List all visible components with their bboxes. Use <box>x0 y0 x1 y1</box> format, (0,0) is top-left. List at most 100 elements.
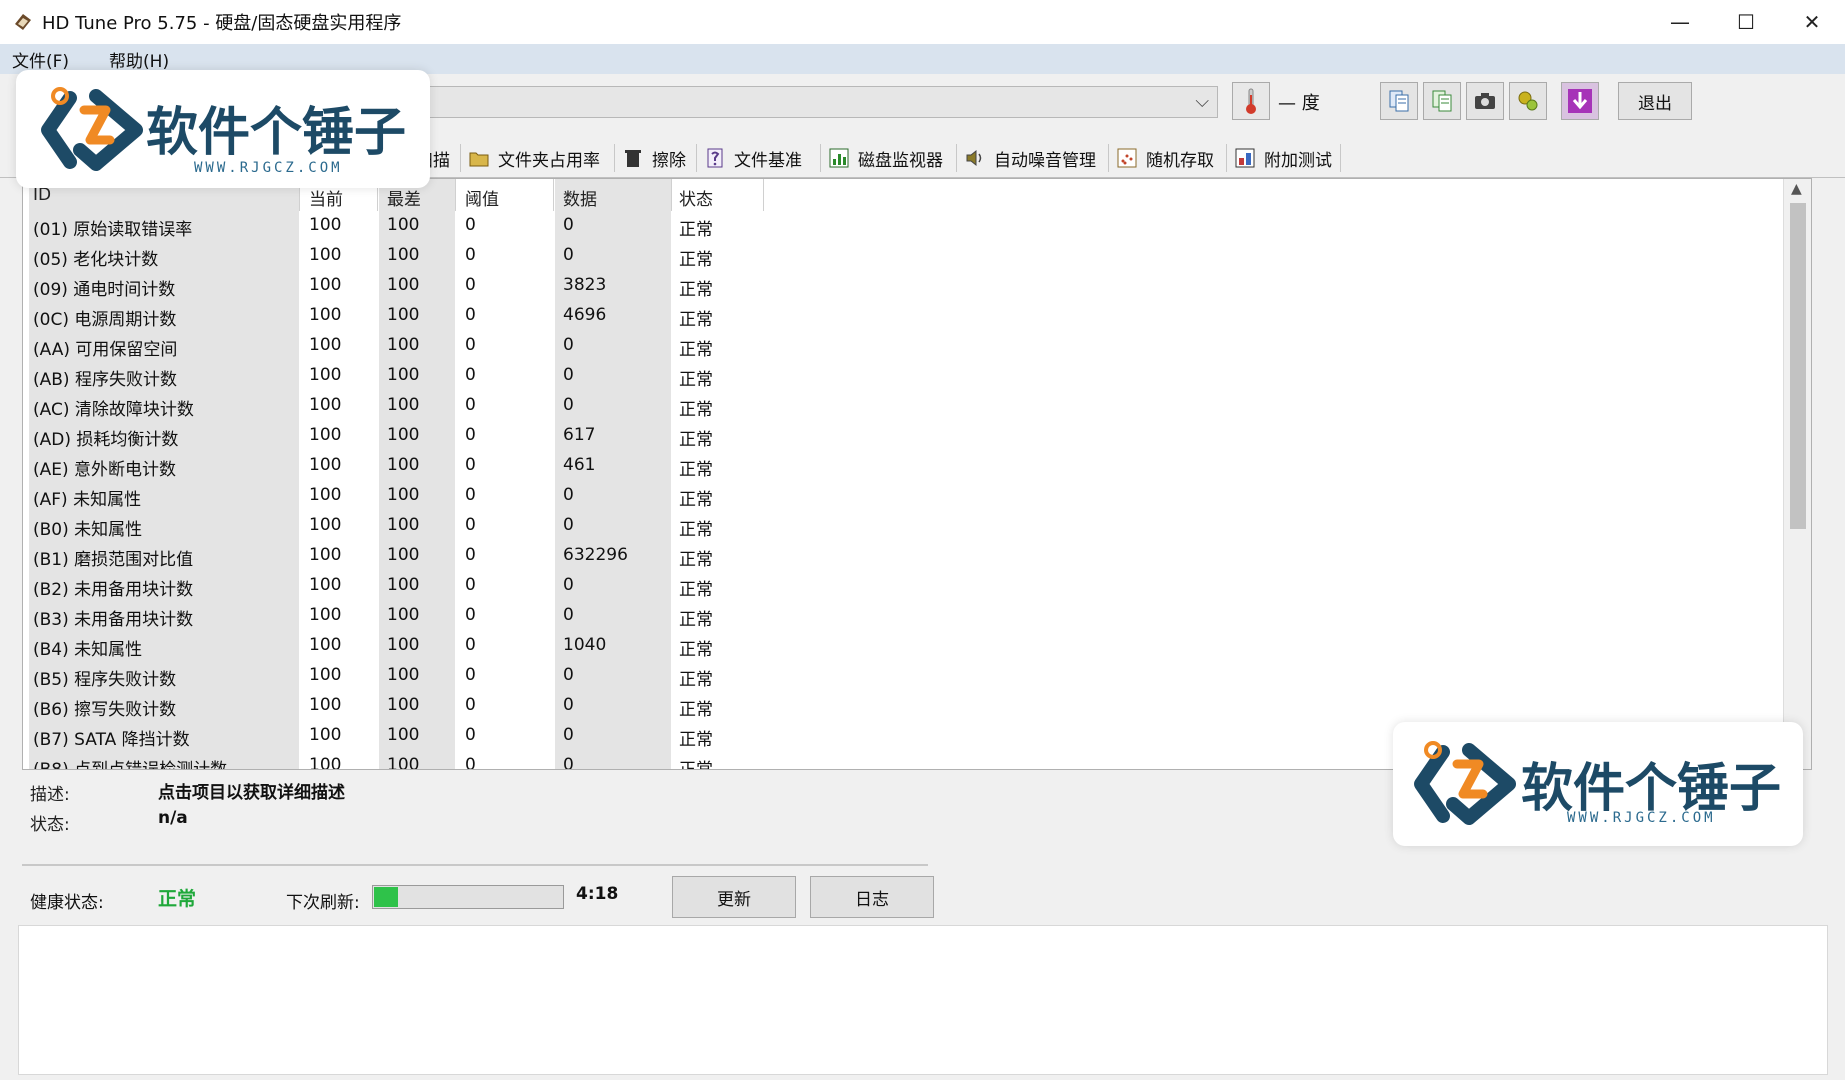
table-row[interactable]: (0C) 电源周期计数 100 100 0 4696 正常 <box>23 301 1783 331</box>
header-data[interactable]: 数据 <box>563 185 597 210</box>
table-row[interactable]: (AA) 可用保留空间 100 100 0 0 正常 <box>23 331 1783 361</box>
cell-current: 100 <box>309 725 342 745</box>
table-row[interactable]: (B3) 未用备用块计数 100 100 0 0 正常 <box>23 601 1783 631</box>
cell-current: 100 <box>309 695 342 715</box>
folder-icon <box>468 147 490 169</box>
tab-file-benchmark[interactable]: 文件基准 <box>700 142 802 174</box>
status-value: n/a <box>158 808 188 828</box>
cell-id: (05) 老化块计数 <box>33 250 159 270</box>
table-row[interactable]: (AC) 清除故障块计数 100 100 0 0 正常 <box>23 391 1783 421</box>
tab-erase[interactable]: 擦除 <box>618 142 686 174</box>
tab-label: 磁盘监视器 <box>858 150 943 171</box>
cell-id: (AB) 程序失败计数 <box>33 370 177 390</box>
table-row[interactable]: (AE) 意外断电计数 100 100 0 461 正常 <box>23 451 1783 481</box>
tab-extra-tests[interactable]: 附加测试 <box>1230 142 1332 174</box>
app-icon <box>15 14 31 30</box>
menu-file[interactable]: 文件(F) <box>0 47 81 72</box>
cell-id: (B4) 未知属性 <box>33 640 143 660</box>
smart-table[interactable]: ID 当前 最差 阈值 数据 状态 (01) 原始读取错误率 100 100 0 0 正常… <box>22 178 1812 770</box>
table-row[interactable]: (AB) 程序失败计数 100 100 0 0 正常 <box>23 361 1783 391</box>
watermark-logo-icon <box>1414 741 1516 825</box>
cell-id: (AD) 损耗均衡计数 <box>33 430 179 450</box>
table-row[interactable]: (B5) 程序失败计数 100 100 0 0 正常 <box>23 661 1783 691</box>
cell-current: 100 <box>309 665 342 685</box>
table-row[interactable]: (B2) 未用备用块计数 100 100 0 0 正常 <box>23 571 1783 601</box>
table-row[interactable]: (AD) 损耗均衡计数 100 100 0 617 正常 <box>23 421 1783 451</box>
cell-worst: 100 <box>387 365 420 385</box>
options-button[interactable] <box>1509 82 1547 120</box>
cell-id: (0C) 电源周期计数 <box>33 310 177 330</box>
header-current[interactable]: 当前 <box>309 185 343 210</box>
cell-threshold: 0 <box>465 545 476 565</box>
temperature-readout: — 度 <box>1278 93 1320 114</box>
cell-worst: 100 <box>387 455 420 475</box>
screenshot-button[interactable] <box>1466 82 1504 120</box>
header-threshold[interactable]: 阈值 <box>465 185 499 210</box>
cell-current: 100 <box>309 305 342 325</box>
tab-noise-management[interactable]: 自动噪音管理 <box>960 142 1096 174</box>
thermometer-icon <box>1232 82 1270 120</box>
cell-threshold: 0 <box>465 305 476 325</box>
scrollbar-thumb[interactable] <box>1790 203 1806 529</box>
title-bar: HD Tune Pro 5.75 - 硬盘/固态硬盘实用程序 — ☐ ✕ <box>0 0 1845 44</box>
header-status[interactable]: 状态 <box>679 185 713 210</box>
cell-id: (AF) 未知属性 <box>33 490 142 510</box>
scroll-up-icon[interactable]: ▲ <box>1791 181 1802 197</box>
menu-help[interactable]: 帮助(H) <box>97 47 181 72</box>
cell-status: 正常 <box>679 220 713 240</box>
header-id[interactable]: ID <box>33 185 51 205</box>
cell-data: 0 <box>563 215 574 235</box>
tab-disk-monitor[interactable]: 磁盘监视器 <box>824 142 943 174</box>
cell-id: (B5) 程序失败计数 <box>33 670 177 690</box>
cell-threshold: 0 <box>465 395 476 415</box>
cell-worst: 100 <box>387 575 420 595</box>
update-button[interactable]: 更新 <box>672 876 796 918</box>
extra-tests-icon <box>1234 147 1256 169</box>
download-button[interactable] <box>1561 82 1599 120</box>
log-button[interactable]: 日志 <box>810 876 934 918</box>
close-button[interactable]: ✕ <box>1779 0 1845 44</box>
cell-current: 100 <box>309 365 342 385</box>
table-row[interactable]: (B6) 擦写失败计数 100 100 0 0 正常 <box>23 691 1783 721</box>
status-label: 状态: <box>30 815 70 835</box>
cell-threshold: 0 <box>465 275 476 295</box>
cell-worst: 100 <box>387 755 420 770</box>
header-worst[interactable]: 最差 <box>387 185 421 210</box>
copy-info-button[interactable] <box>1380 82 1418 120</box>
cell-status: 正常 <box>679 460 713 480</box>
table-row[interactable]: (B1) 磨损范围对比值 100 100 0 632296 正常 <box>23 541 1783 571</box>
cell-status: 正常 <box>679 340 713 360</box>
table-row[interactable]: (B4) 未知属性 100 100 0 1040 正常 <box>23 631 1783 661</box>
tab-folder-usage[interactable]: 文件夹占用率 <box>464 142 600 174</box>
refresh-progress-fill <box>374 887 398 907</box>
random-access-icon <box>1116 147 1138 169</box>
tab-label: 自动噪音管理 <box>994 150 1096 171</box>
copy-all-button[interactable] <box>1423 82 1461 120</box>
table-row[interactable]: (B0) 未知属性 100 100 0 0 正常 <box>23 511 1783 541</box>
watermark-url: WWW.RJGCZ.COM <box>194 160 343 176</box>
table-row[interactable]: (01) 原始读取错误率 100 100 0 0 正常 <box>23 211 1783 241</box>
exit-button[interactable]: 退出 <box>1618 82 1692 120</box>
cell-worst: 100 <box>387 635 420 655</box>
cell-data: 0 <box>563 665 574 685</box>
health-status-value: 正常 <box>158 888 197 910</box>
cell-data: 461 <box>563 455 596 475</box>
cell-current: 100 <box>309 605 342 625</box>
options-icon <box>1518 91 1538 111</box>
cell-data: 632296 <box>563 545 628 565</box>
table-row[interactable]: (09) 通电时间计数 100 100 0 3823 正常 <box>23 271 1783 301</box>
tab-random-access[interactable]: 随机存取 <box>1112 142 1214 174</box>
vertical-scrollbar[interactable]: ▲ <box>1783 179 1811 769</box>
cell-status: 正常 <box>679 490 713 510</box>
table-row[interactable]: (AF) 未知属性 100 100 0 0 正常 <box>23 481 1783 511</box>
table-row[interactable]: (05) 老化块计数 100 100 0 0 正常 <box>23 241 1783 271</box>
cell-current: 100 <box>309 215 342 235</box>
cell-data: 0 <box>563 365 574 385</box>
refresh-progress-bar <box>372 885 564 909</box>
maximize-button[interactable]: ☐ <box>1713 0 1779 44</box>
minimize-button[interactable]: — <box>1647 0 1713 44</box>
tab-separator <box>696 144 697 172</box>
cell-current: 100 <box>309 425 342 445</box>
cell-status: 正常 <box>679 700 713 720</box>
cell-worst: 100 <box>387 605 420 625</box>
